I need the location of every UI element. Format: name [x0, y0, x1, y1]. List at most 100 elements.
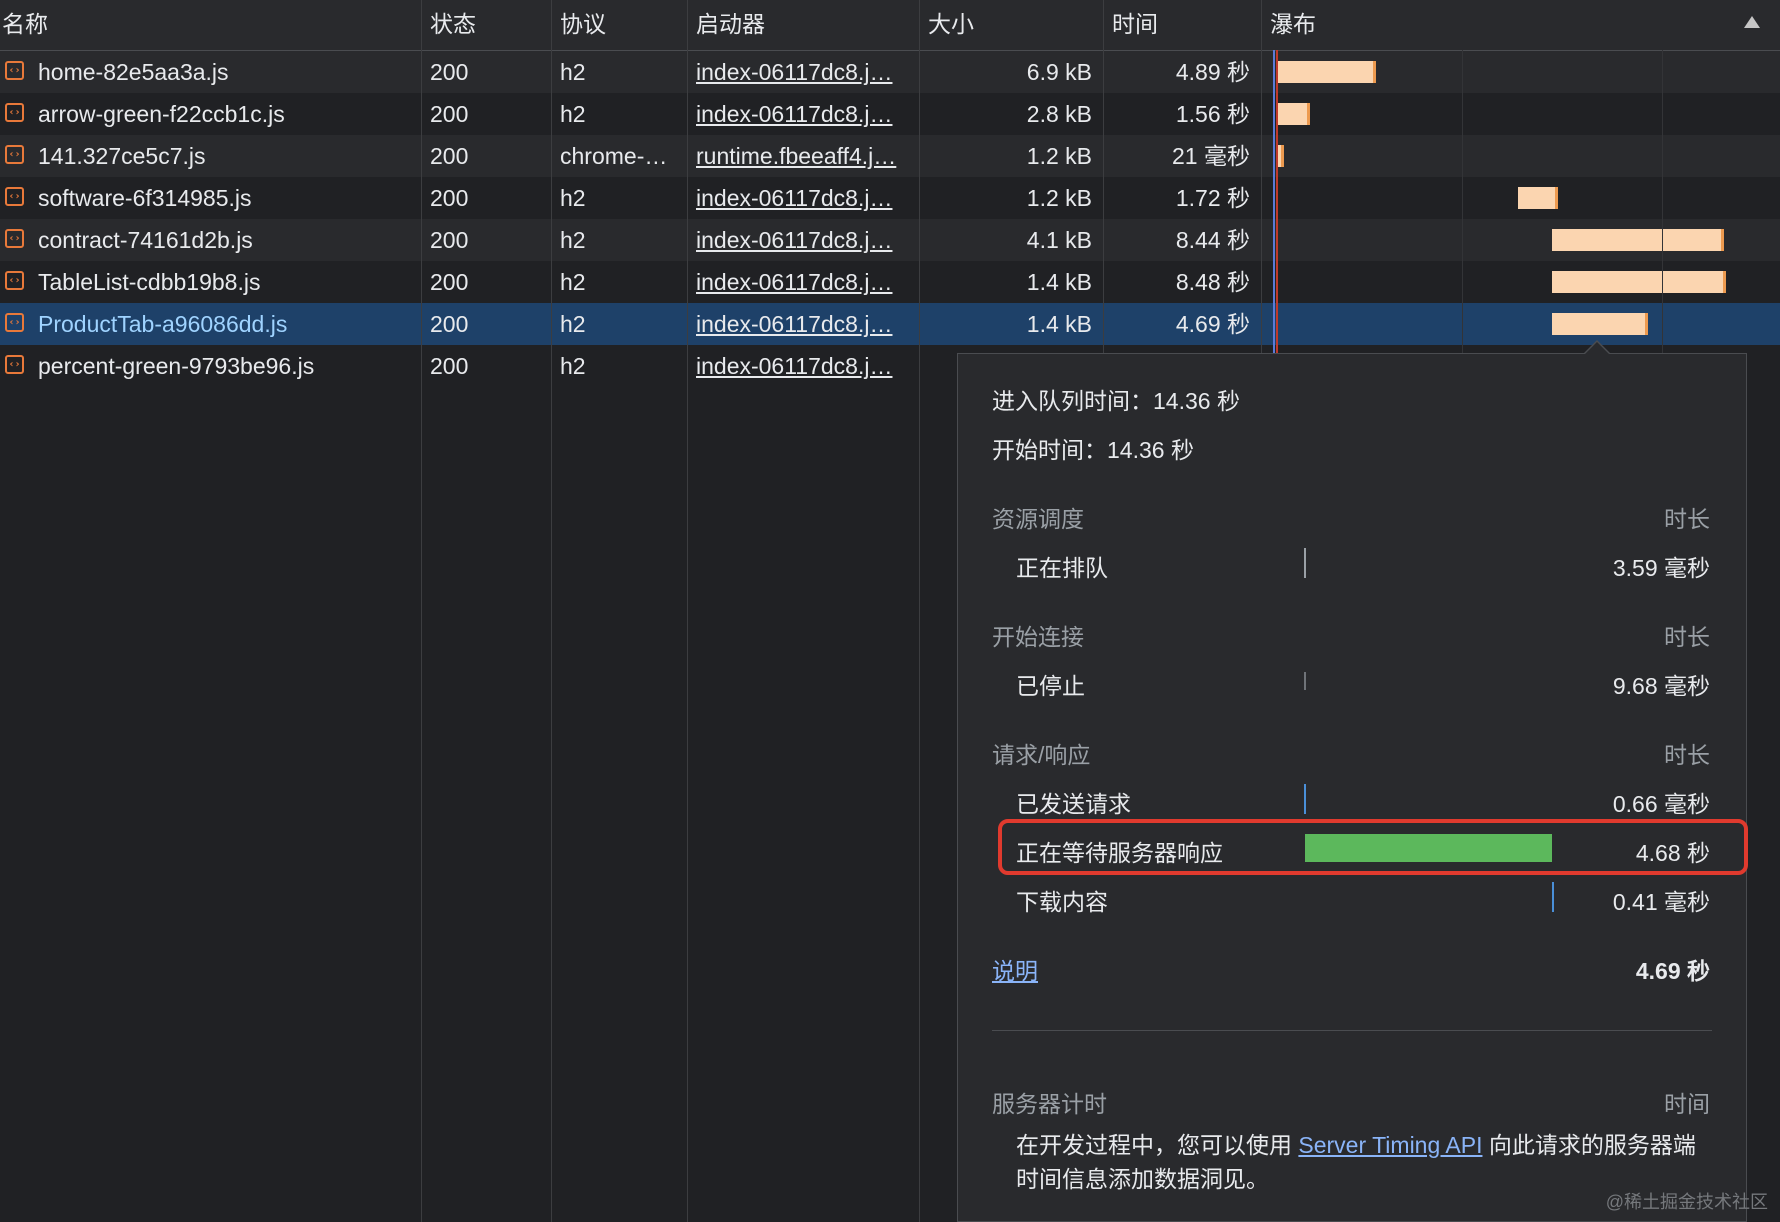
request-name[interactable]: home-82e5aa3a.js: [38, 51, 229, 93]
cell-status: 200: [430, 185, 469, 211]
timing-tick-stalled: [1304, 672, 1306, 690]
column-divider[interactable]: [551, 0, 552, 1222]
cell-initiator[interactable]: index-06117dc8.j…: [688, 177, 918, 219]
waterfall-bar[interactable]: [1552, 313, 1648, 335]
sort-ascending-icon[interactable]: [1744, 16, 1760, 28]
cell-size: 2.8 kB: [1026, 101, 1092, 127]
waterfall-bar[interactable]: [1552, 229, 1724, 251]
highlight-annotation: [998, 819, 1748, 875]
timing-label-queueing: 正在排队: [1016, 555, 1108, 581]
table-row[interactable]: ‹› contract-74161d2b.js 200 h2 index-06117dc…: [0, 219, 1780, 261]
cell-name[interactable]: ‹› arrow-green-f22ccb1c.js: [0, 93, 420, 135]
table-row[interactable]: ‹› ProductTab-a96086dd.js 200 h2 index-06117…: [0, 303, 1780, 345]
cell-status: 200: [430, 59, 469, 85]
cell-initiator[interactable]: runtime.fbeeaff4.j…: [688, 135, 918, 177]
script-file-icon: ‹›: [5, 271, 24, 290]
script-file-icon: ‹›: [5, 61, 24, 80]
cell-time: 8.48 秒: [1175, 269, 1250, 295]
request-name[interactable]: software-6f314985.js: [38, 177, 252, 219]
column-divider[interactable]: [687, 0, 688, 1222]
request-name[interactable]: ProductTab-a96086dd.js: [38, 303, 287, 345]
column-header-time[interactable]: 时间: [1104, 0, 1260, 50]
server-timing-title: 服务器计时: [992, 1091, 1107, 1117]
timing-value-stalled: 9.68 毫秒: [1612, 673, 1710, 699]
request-name[interactable]: arrow-green-f22ccb1c.js: [38, 93, 285, 135]
cell-name[interactable]: ‹› percent-green-9793be96.js: [0, 345, 420, 387]
cell-initiator[interactable]: index-06117dc8.j…: [688, 345, 918, 387]
script-file-icon: ‹›: [5, 355, 24, 374]
watermark: @稀土掘金技术社区: [1605, 1192, 1768, 1212]
cell-name[interactable]: ‹› ProductTab-a96086dd.js: [0, 303, 420, 345]
cell-initiator[interactable]: index-06117dc8.j…: [688, 219, 918, 261]
timing-value-download: 0.41 毫秒: [1612, 889, 1710, 915]
cell-initiator[interactable]: index-06117dc8.j…: [688, 303, 918, 345]
timing-label-request-sent: 已发送请求: [1016, 791, 1131, 817]
cell-name[interactable]: ‹› 141.327ce5c7.js: [0, 135, 420, 177]
timing-tick-queueing: [1304, 548, 1306, 578]
timing-value-request-sent: 0.66 毫秒: [1612, 791, 1710, 817]
cell-status: 200: [430, 311, 469, 337]
popup-divider: [992, 1030, 1712, 1031]
cell-initiator[interactable]: index-06117dc8.j…: [688, 261, 918, 303]
cell-protocol: h2: [560, 269, 586, 295]
timing-tick-download: [1552, 882, 1554, 912]
server-timing-time-header: 时间: [1664, 1091, 1710, 1117]
section-title-connection: 开始连接: [992, 624, 1084, 650]
cell-protocol: h2: [560, 227, 586, 253]
cell-time: 1.56 秒: [1175, 101, 1250, 127]
duration-header: 时长: [1664, 742, 1710, 768]
table-row[interactable]: ‹› 141.327ce5c7.js 200 chrome-… runtime.fbee…: [0, 135, 1780, 177]
start-time: 开始时间：14.36 秒: [992, 437, 1194, 463]
server-timing-note: 在开发过程中，您可以使用 Server Timing API 向此请求的服务器端…: [1016, 1128, 1716, 1196]
column-header-protocol[interactable]: 协议: [552, 0, 686, 50]
waterfall-bar[interactable]: [1552, 271, 1726, 293]
cell-size: 1.2 kB: [1026, 143, 1092, 169]
cell-name[interactable]: ‹› TableList-cdbb19b8.js: [0, 261, 420, 303]
column-divider[interactable]: [421, 0, 422, 1222]
cell-initiator[interactable]: index-06117dc8.j…: [688, 51, 918, 93]
cell-protocol: h2: [560, 311, 586, 337]
column-header-initiator[interactable]: 启动器: [688, 0, 918, 50]
section-title-request-response: 请求/响应: [992, 742, 1091, 768]
request-name[interactable]: 141.327ce5c7.js: [38, 135, 206, 177]
cell-protocol: h2: [560, 353, 586, 379]
cell-status: 200: [430, 269, 469, 295]
column-header-name[interactable]: 名称: [0, 0, 420, 50]
column-header-status[interactable]: 状态: [422, 0, 550, 50]
timing-tick-request-sent: [1304, 784, 1306, 814]
waterfall-bar[interactable]: [1276, 103, 1310, 125]
duration-header: 时长: [1664, 624, 1710, 650]
cell-protocol: chrome-…: [560, 143, 668, 169]
script-file-icon: ‹›: [5, 229, 24, 248]
table-row[interactable]: ‹› home-82e5aa3a.js 200 h2 index-06117dc8.j……: [0, 51, 1780, 93]
cell-time: 4.89 秒: [1175, 59, 1250, 85]
cell-time: 21 毫秒: [1172, 143, 1250, 169]
request-name[interactable]: percent-green-9793be96.js: [38, 345, 314, 387]
total-duration: 4.69 秒: [1635, 958, 1710, 984]
cell-size: 4.1 kB: [1026, 227, 1092, 253]
cell-size: 1.4 kB: [1026, 269, 1092, 295]
cell-protocol: h2: [560, 59, 586, 85]
column-header-waterfall[interactable]: 瀑布: [1262, 0, 1762, 50]
cell-name[interactable]: ‹› contract-74161d2b.js: [0, 219, 420, 261]
table-row[interactable]: ‹› TableList-cdbb19b8.js 200 h2 index-06117d…: [0, 261, 1780, 303]
timing-label-stalled: 已停止: [1016, 673, 1085, 699]
cell-initiator[interactable]: index-06117dc8.j…: [688, 93, 918, 135]
explanation-link[interactable]: 说明: [992, 952, 1038, 986]
server-timing-api-link[interactable]: Server Timing API: [1298, 1132, 1482, 1158]
duration-header: 时长: [1664, 506, 1710, 532]
cell-size: 1.4 kB: [1026, 311, 1092, 337]
table-header: 名称 状态 协议 启动器 大小 时间 瀑布: [0, 0, 1780, 51]
column-header-size[interactable]: 大小: [920, 0, 1102, 50]
table-row[interactable]: ‹› software-6f314985.js 200 h2 index-06117dc…: [0, 177, 1780, 219]
table-row[interactable]: ‹› arrow-green-f22ccb1c.js 200 h2 index-0611…: [0, 93, 1780, 135]
cell-name[interactable]: ‹› software-6f314985.js: [0, 177, 420, 219]
waterfall-bar[interactable]: [1276, 61, 1376, 83]
cell-size: 6.9 kB: [1026, 59, 1092, 85]
request-name[interactable]: contract-74161d2b.js: [38, 219, 253, 261]
waterfall-bar[interactable]: [1518, 187, 1558, 209]
column-divider[interactable]: [919, 0, 920, 1222]
script-file-icon: ‹›: [5, 103, 24, 122]
cell-name[interactable]: ‹› home-82e5aa3a.js: [0, 51, 420, 93]
request-name[interactable]: TableList-cdbb19b8.js: [38, 261, 260, 303]
